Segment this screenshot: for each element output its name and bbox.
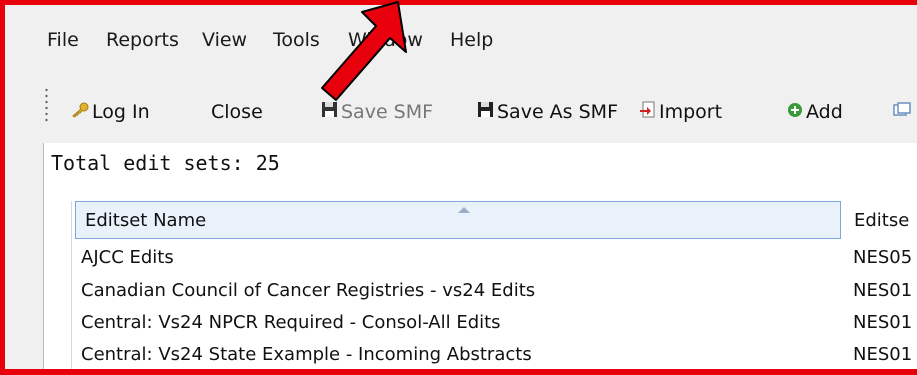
column-header-editset-id-label: Editse — [854, 209, 910, 231]
log-in-label: Log In — [92, 101, 150, 123]
row-editset-id: NES01 — [853, 280, 913, 301]
app-window: File Reports View Tools Window Help Log … — [0, 0, 917, 375]
row-editset-id: NES01 — [853, 312, 913, 333]
add-label: Add — [806, 101, 843, 123]
table-row[interactable]: Canadian Council of Cancer Registries - … — [72, 276, 917, 307]
floppy-disk-icon — [477, 101, 494, 123]
save-as-smf-label: Save As SMF — [497, 101, 618, 123]
log-in-button[interactable]: Log In — [71, 97, 150, 127]
close-button[interactable]: Close — [211, 97, 263, 127]
add-button[interactable]: Add — [787, 97, 843, 127]
toolbar-grip[interactable] — [45, 87, 48, 123]
row-editset-id: NES01 — [853, 344, 913, 365]
column-header-editset-id[interactable]: Editse — [845, 201, 917, 239]
add-circle-icon — [787, 101, 803, 123]
editsets-grid[interactable]: Editset Name Editse AJCC Edits NES05 Can… — [71, 201, 917, 369]
row-editset-name: Central: Vs24 State Example - Incoming A… — [81, 344, 532, 365]
edit-sets-panel: Total edit sets: 25 Editset Name Editse … — [43, 143, 917, 369]
table-row[interactable]: Central: Vs24 NPCR Required - Consol-All… — [72, 308, 917, 339]
save-as-smf-button[interactable]: Save As SMF — [477, 97, 618, 127]
close-label: Close — [211, 101, 263, 123]
menu-tools[interactable]: Tools — [273, 29, 320, 51]
import-label: Import — [659, 101, 723, 123]
sort-ascending-icon — [458, 207, 470, 213]
toolbar: Log In Close Save SMF Save As SMF Import — [5, 85, 917, 141]
table-row[interactable]: Central: Vs24 State Example - Incoming A… — [72, 340, 917, 369]
table-row[interactable]: AJCC Edits NES05 — [72, 243, 917, 274]
window-copy-icon — [893, 101, 911, 123]
menu-help[interactable]: Help — [450, 29, 493, 51]
row-editset-name: Central: Vs24 NPCR Required - Consol-All… — [81, 312, 501, 333]
import-button[interactable]: Import — [639, 97, 722, 127]
column-header-editset-name-label: Editset Name — [85, 209, 207, 231]
key-icon — [71, 101, 89, 123]
menu-file[interactable]: File — [47, 29, 79, 51]
menu-view[interactable]: View — [202, 29, 247, 51]
total-edit-sets-label: Total edit sets: 25 — [51, 151, 280, 175]
menu-bar: File Reports View Tools Window Help — [5, 5, 917, 75]
row-editset-name: Canadian Council of Cancer Registries - … — [81, 280, 536, 301]
grid-header: Editset Name Editse — [72, 201, 917, 239]
import-icon — [639, 101, 656, 124]
row-editset-name: AJCC Edits — [81, 247, 174, 268]
copy-button[interactable] — [893, 97, 914, 127]
menu-reports[interactable]: Reports — [106, 29, 179, 51]
annotation-arrow-icon — [321, 1, 407, 101]
row-editset-id: NES05 — [853, 247, 913, 268]
